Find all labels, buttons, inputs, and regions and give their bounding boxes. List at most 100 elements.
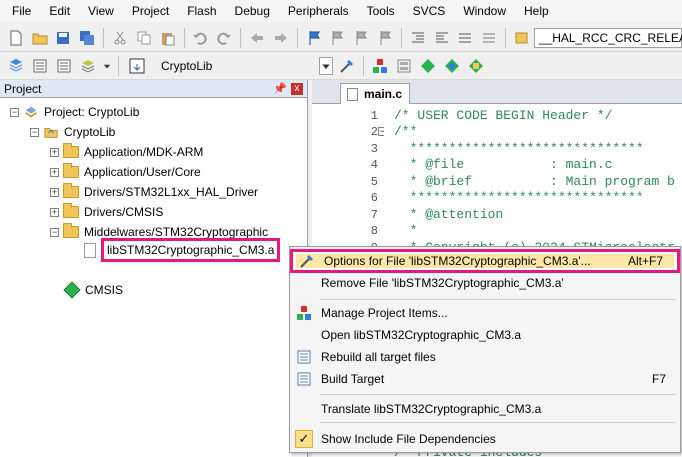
toolbar-separator <box>118 55 119 76</box>
code-line: * <box>394 223 418 238</box>
expand-icon[interactable]: + <box>50 167 59 177</box>
tree-node-cmsis[interactable]: CMSIS <box>63 280 124 300</box>
bookmark-clear-icon[interactable] <box>375 28 395 48</box>
nav-forward-icon[interactable] <box>271 28 291 48</box>
menu-item-shortcut: Alt+F7 <box>627 254 663 268</box>
menu-peripherals[interactable]: Peripherals <box>282 0 355 22</box>
rebuild-icon[interactable] <box>54 56 74 76</box>
tree-node-group[interactable]: + Application/MDK-ARM <box>50 142 203 162</box>
menu-item-options-for-file[interactable]: Options for File 'libSTM32Cryptographic_… <box>290 249 680 273</box>
collapse-icon[interactable]: − <box>50 227 59 237</box>
library-file-icon <box>84 242 96 258</box>
tab-main-c[interactable]: main.c <box>340 83 410 104</box>
project-panel-header: Project 📌 x <box>0 80 307 98</box>
menu-item-rebuild-all[interactable]: Rebuild all target files <box>290 346 680 368</box>
expand-icon[interactable]: + <box>50 147 59 157</box>
menu-window[interactable]: Window <box>457 0 512 22</box>
menu-help[interactable]: Help <box>518 0 555 22</box>
close-panel-button[interactable]: x <box>291 82 303 95</box>
tree-node-project-root[interactable]: − Project: CryptoLib <box>10 102 139 122</box>
bookmark-prev-icon[interactable] <box>328 28 348 48</box>
undo-icon[interactable] <box>191 28 211 48</box>
menu-item-build-target[interactable]: Build Target F7 <box>290 368 680 390</box>
new-file-icon[interactable] <box>6 28 26 48</box>
selected-file-label: libSTM32Cryptographic_CM3.a <box>107 243 275 257</box>
pack-installer-icon[interactable] <box>418 56 438 76</box>
find-in-files-icon[interactable] <box>512 28 532 48</box>
tree-node-target[interactable]: − CryptoLib <box>30 122 115 142</box>
project-panel: Project 📌 x − Project: CryptoLib − Crypt… <box>0 80 308 457</box>
line-number: 4 <box>370 158 378 172</box>
file-extensions-icon[interactable] <box>394 56 414 76</box>
find-combo-value: __HAL_RCC_CRC_RELEAS <box>538 30 682 45</box>
selected-file-highlight: libSTM32Cryptographic_CM3.a <box>101 238 281 262</box>
menu-item-open-file[interactable]: Open libSTM32Cryptographic_CM3.a <box>290 324 680 346</box>
bookmark-icon[interactable] <box>304 28 324 48</box>
uncomment-icon[interactable] <box>479 28 499 48</box>
folder-open-icon <box>63 223 79 238</box>
tree-node-group[interactable]: + Drivers/CMSIS <box>50 202 163 222</box>
line-number: 5 <box>370 175 378 189</box>
copy-icon[interactable] <box>134 28 154 48</box>
menu-item-remove-file[interactable]: Remove File 'libSTM32Cryptographic_CM3.a… <box>290 272 680 294</box>
tree-node-file-selected[interactable]: libSTM32Cryptographic_CM3.a <box>84 238 281 262</box>
menu-edit[interactable]: Edit <box>43 0 76 22</box>
dropdown-arrow-icon[interactable] <box>102 56 112 76</box>
bookmark-next-icon[interactable] <box>351 28 371 48</box>
group-label: Application/User/Core <box>84 165 201 179</box>
menu-svcs[interactable]: SVCS <box>407 0 452 22</box>
save-icon[interactable] <box>54 28 74 48</box>
cut-icon[interactable] <box>110 28 130 48</box>
menu-item-translate[interactable]: Translate libSTM32Cryptographic_CM3.a <box>290 398 680 420</box>
translate-icon[interactable] <box>6 56 26 76</box>
save-all-icon[interactable] <box>77 28 97 48</box>
menu-item-label: Remove File 'libSTM32Cryptographic_CM3.a… <box>321 276 564 290</box>
group-label: Application/MDK-ARM <box>84 145 204 159</box>
editor-tabs: main.c <box>312 80 682 104</box>
menu-project[interactable]: Project <box>126 0 175 22</box>
tab-label: main.c <box>364 87 403 101</box>
toolbar-separator <box>103 27 105 48</box>
collapse-icon[interactable]: − <box>30 127 39 137</box>
expand-icon[interactable]: + <box>50 207 59 217</box>
build-icon[interactable] <box>30 56 50 76</box>
paste-icon[interactable] <box>158 28 178 48</box>
line-number: 6 <box>370 191 378 205</box>
menu-tools[interactable]: Tools <box>361 0 401 22</box>
open-folder-icon[interactable] <box>30 28 50 48</box>
menu-debug[interactable]: Debug <box>229 0 276 22</box>
menu-item-show-include-deps[interactable]: ✓ Show Include File Dependencies <box>290 428 680 450</box>
target-options-icon[interactable] <box>337 56 357 76</box>
menu-view[interactable]: View <box>82 0 120 22</box>
target-combo[interactable]: CryptoLib <box>157 56 317 76</box>
load-icon[interactable] <box>125 56 149 76</box>
event-recorder-icon[interactable] <box>466 56 486 76</box>
collapse-icon[interactable]: − <box>10 107 19 117</box>
expand-icon[interactable]: + <box>50 187 59 197</box>
batch-build-icon[interactable] <box>78 56 98 76</box>
indent-icon[interactable] <box>408 28 428 48</box>
menu-item-manage-project[interactable]: Manage Project Items... <box>290 302 680 324</box>
menu-separator <box>320 422 676 423</box>
component-diamond-icon <box>63 281 81 299</box>
line-number: 1 <box>370 109 378 123</box>
comment-icon[interactable] <box>455 28 475 48</box>
toolbar-separator <box>240 27 242 48</box>
menu-flash[interactable]: Flash <box>181 0 222 22</box>
find-combo[interactable]: __HAL_RCC_CRC_RELEAS <box>533 27 682 48</box>
manage-components-icon[interactable] <box>370 56 390 76</box>
folder-icon <box>63 203 79 218</box>
target-dropdown-icon[interactable] <box>319 56 333 75</box>
redo-icon[interactable] <box>214 28 234 48</box>
pin-icon[interactable]: 📌 <box>273 82 287 95</box>
cmsis-label: CMSIS <box>85 283 124 297</box>
tree-node-group[interactable]: + Application/User/Core <box>50 162 201 182</box>
tree-node-group[interactable]: + Drivers/STM32L1xx_HAL_Driver <box>50 182 258 202</box>
nav-back-icon[interactable] <box>247 28 267 48</box>
select-pack-icon[interactable] <box>442 56 462 76</box>
unindent-icon[interactable] <box>432 28 452 48</box>
menu-file[interactable]: File <box>6 0 37 22</box>
standard-toolbar: __HAL_RCC_CRC_RELEAS <box>0 24 682 52</box>
menu-item-label: Open libSTM32Cryptographic_CM3.a <box>321 328 522 342</box>
folder-icon <box>63 183 79 198</box>
